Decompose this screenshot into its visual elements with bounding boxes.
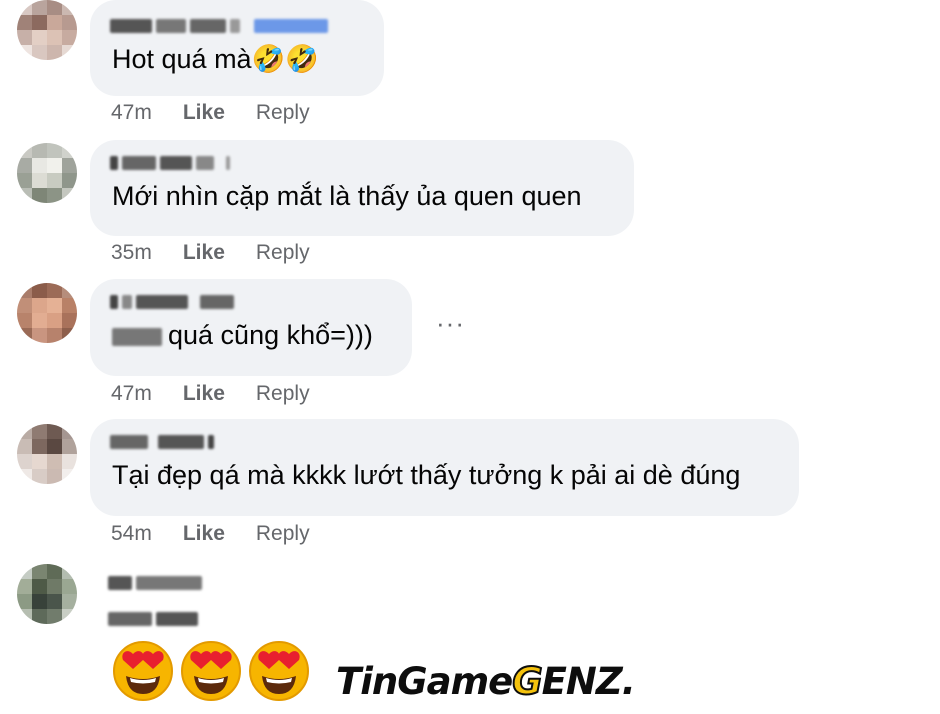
comment-time[interactable]: 35m bbox=[111, 241, 152, 265]
redacted-word bbox=[112, 327, 162, 346]
comment-text: Mới nhìn cặp mắt là thấy ủa quen quen bbox=[112, 181, 582, 211]
comment-bubble: quá cũng khổ=))) bbox=[90, 279, 412, 376]
reply-button[interactable]: Reply bbox=[256, 522, 310, 546]
reply-button[interactable]: Reply bbox=[256, 101, 310, 125]
avatar[interactable] bbox=[17, 424, 77, 484]
heart-eyes-emoji-icon bbox=[112, 640, 174, 702]
commenter-name-blurred[interactable] bbox=[108, 576, 202, 590]
comment-actions: 47m Like Reply bbox=[111, 101, 310, 125]
avatar[interactable] bbox=[17, 0, 77, 60]
comment-time[interactable]: 47m bbox=[111, 101, 152, 125]
comment-actions: 47m Like Reply bbox=[111, 382, 310, 406]
commenter-subtext-blurred bbox=[108, 612, 198, 626]
reply-button[interactable]: Reply bbox=[256, 382, 310, 406]
comment-text: Hot quá mà🤣🤣 bbox=[112, 44, 319, 74]
heart-eyes-emoji-icon bbox=[248, 640, 310, 702]
comment-text: quá cũng khổ=))) bbox=[112, 318, 390, 352]
comment-bubble: Mới nhìn cặp mắt là thấy ủa quen quen bbox=[90, 140, 634, 236]
comment-bubble: Tại đẹp qá mà kkkk lướt thấy tưởng k pải… bbox=[90, 419, 799, 516]
follow-link-blurred[interactable] bbox=[254, 19, 328, 33]
commenter-name-blurred[interactable] bbox=[110, 430, 777, 454]
reply-button[interactable]: Reply bbox=[256, 241, 310, 265]
avatar[interactable] bbox=[17, 143, 77, 203]
emoji-reply bbox=[112, 640, 310, 702]
comment-time[interactable]: 54m bbox=[111, 522, 152, 546]
comment-actions: 54m Like Reply bbox=[111, 522, 310, 546]
commenter-name-blurred[interactable] bbox=[110, 151, 612, 175]
commenter-name-blurred[interactable] bbox=[110, 290, 390, 314]
like-button[interactable]: Like bbox=[183, 101, 225, 125]
like-button[interactable]: Like bbox=[183, 241, 225, 265]
comment-actions: 35m Like Reply bbox=[111, 241, 310, 265]
avatar[interactable] bbox=[17, 564, 77, 624]
heart-eyes-emoji-icon bbox=[180, 640, 242, 702]
site-watermark-logo: TinGameGENZ. bbox=[336, 659, 636, 704]
avatar[interactable] bbox=[17, 283, 77, 343]
commenter-name-blurred[interactable] bbox=[110, 14, 362, 38]
comment-time[interactable]: 47m bbox=[111, 382, 152, 406]
like-button[interactable]: Like bbox=[183, 382, 225, 406]
comment-bubble: Hot quá mà🤣🤣 bbox=[90, 0, 384, 96]
more-options-icon[interactable]: ··· bbox=[436, 308, 465, 339]
comment-text: Tại đẹp qá mà kkkk lướt thấy tưởng k pải… bbox=[112, 460, 741, 490]
like-button[interactable]: Like bbox=[183, 522, 225, 546]
